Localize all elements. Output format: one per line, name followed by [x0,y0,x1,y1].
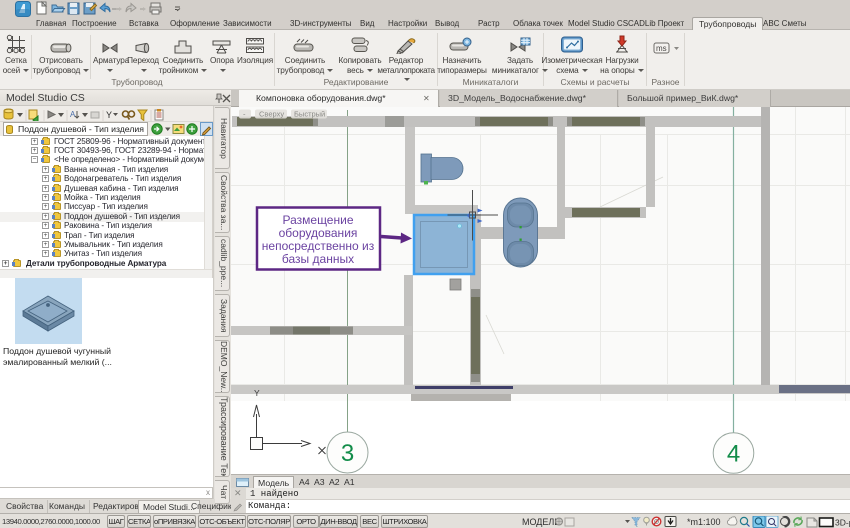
svg-text:Размещение: Размещение [283,213,354,227]
svg-text:3D-ре: 3D-ре [835,517,850,527]
svg-text:Y: Y [254,388,260,398]
svg-text:3: 3 [341,440,354,467]
svg-text:Y: Y [106,110,112,120]
svg-text:базы данных: базы данных [282,252,354,266]
svg-text:оборудования: оборудования [279,226,358,240]
svg-text:непосредственно из: непосредственно из [262,239,375,253]
svg-text:ms: ms [656,44,667,53]
svg-text:4: 4 [727,441,740,468]
svg-text:Быстрый: Быстрый [294,110,325,119]
svg-text:A: A [70,110,76,119]
svg-text:Сверху: Сверху [259,110,284,119]
